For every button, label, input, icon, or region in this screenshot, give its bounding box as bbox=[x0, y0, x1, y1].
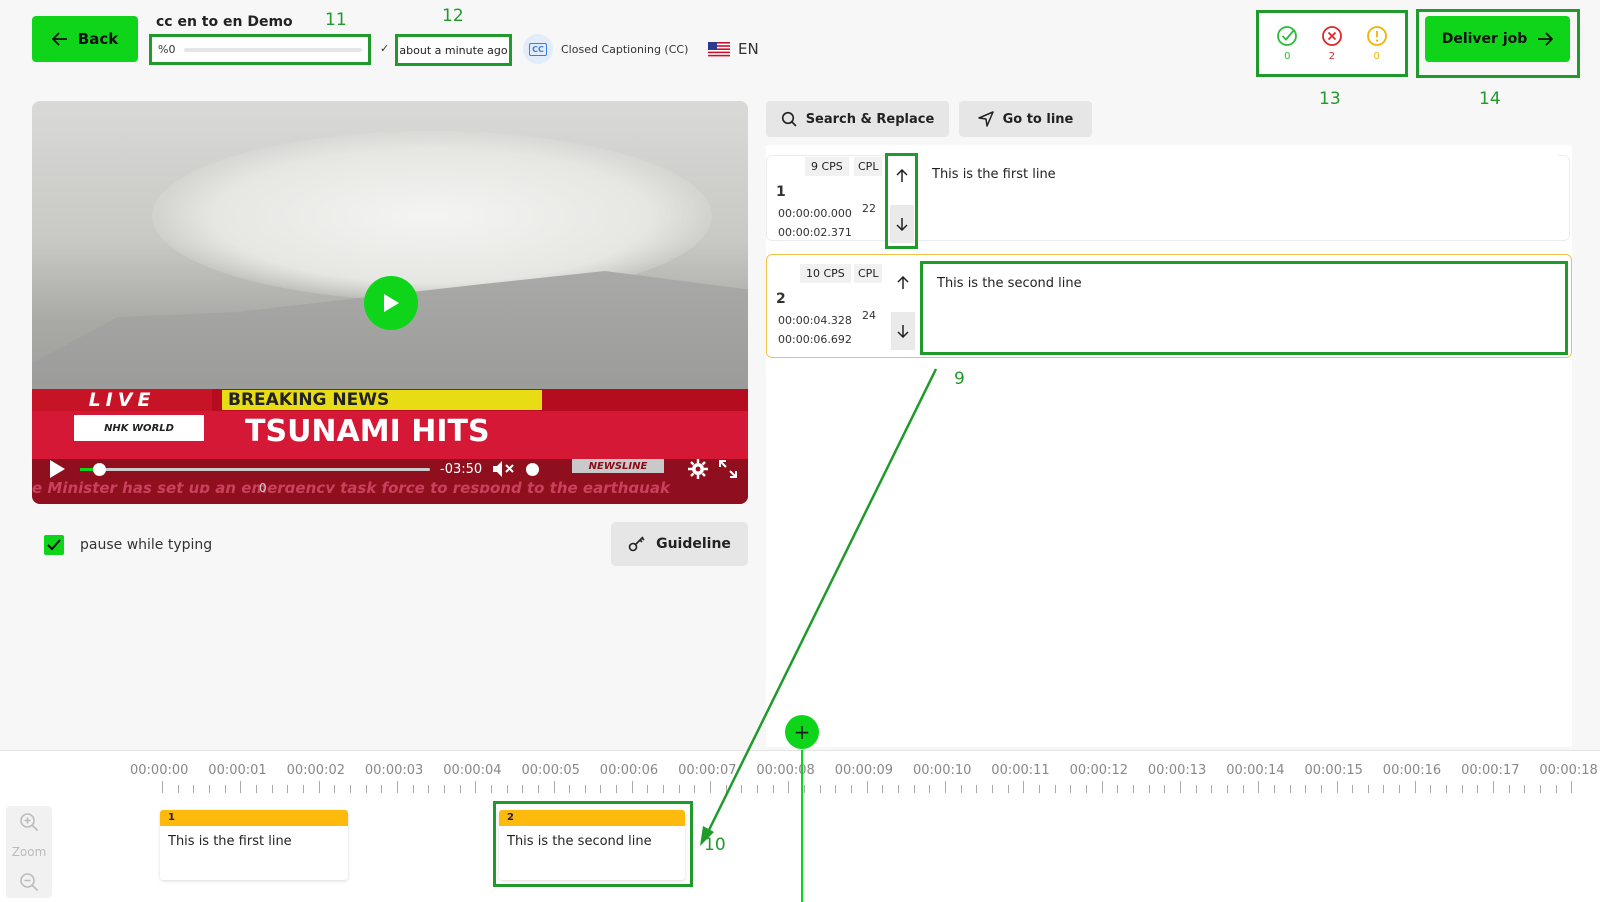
annotation-arrow bbox=[700, 368, 938, 846]
